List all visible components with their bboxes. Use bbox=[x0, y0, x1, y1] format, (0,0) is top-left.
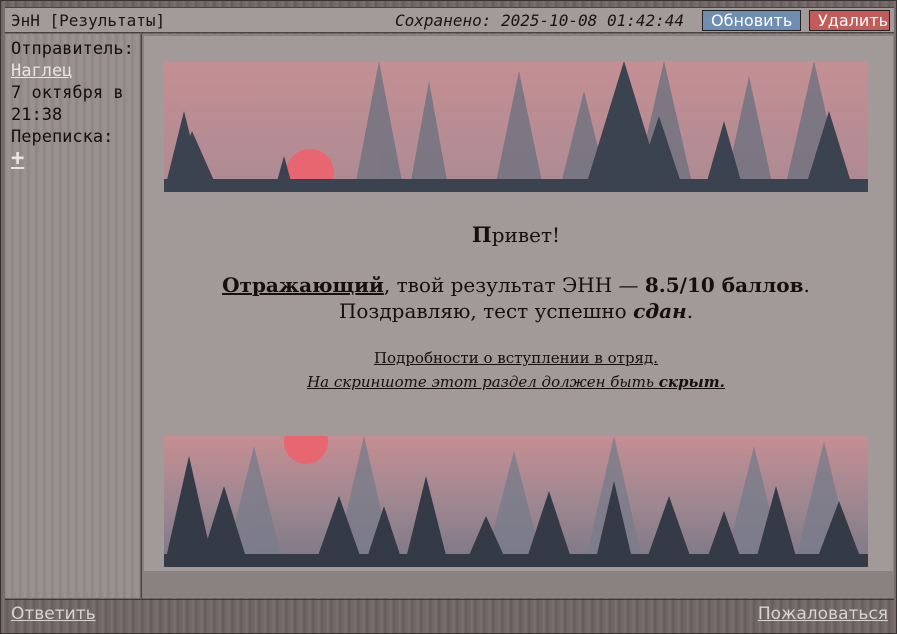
window-title: ЭнН [Результаты] bbox=[11, 11, 166, 30]
saved-timestamp: Сохранено: 2025-10-08 01:42:44 bbox=[395, 11, 684, 30]
title-bar: ЭнН [Результаты] Сохранено: 2025-10-08 0… bbox=[5, 7, 894, 33]
forest-sunset-banner-bottom bbox=[164, 436, 868, 567]
forest-sunset-banner-top bbox=[164, 61, 868, 192]
message-content: Привет! Отражающий, твой результат ЭНН —… bbox=[141, 34, 894, 598]
details-section: Подробности о вступлении в отряд. На скр… bbox=[164, 346, 868, 394]
delete-button[interactable]: Удалить bbox=[809, 10, 890, 31]
sender-sidebar: Отправитель: Наглец 7 октября в 21:38 Пе… bbox=[5, 34, 140, 598]
add-correspondence-button[interactable]: + bbox=[11, 148, 24, 170]
sender-label: Отправитель: bbox=[11, 39, 134, 59]
footer-bar: Ответить Пожаловаться bbox=[5, 599, 894, 629]
refresh-button[interactable]: Обновить bbox=[702, 10, 802, 31]
details-link[interactable]: Подробности о вступлении в отряд. bbox=[164, 346, 868, 370]
greeting: Привет! bbox=[471, 222, 561, 247]
sender-link[interactable]: Наглец bbox=[11, 61, 72, 81]
reply-link[interactable]: Ответить bbox=[11, 604, 96, 624]
report-link[interactable]: Пожаловаться bbox=[758, 604, 888, 624]
message-date: 7 октября в bbox=[11, 83, 124, 103]
score: 8.5/10 баллов bbox=[644, 273, 804, 297]
message-time: 21:38 bbox=[11, 105, 63, 125]
message-panel: Привет! Отражающий, твой результат ЭНН —… bbox=[144, 36, 893, 571]
recipient-name: Отражающий bbox=[222, 273, 384, 297]
result-text: Отражающий, твой результат ЭНН — 8.5/10 … bbox=[222, 273, 810, 323]
correspondence-label: Переписка: bbox=[11, 127, 114, 147]
passed-word: сдан bbox=[633, 299, 687, 323]
message-window: ЭнН [Результаты] Сохранено: 2025-10-08 0… bbox=[0, 0, 897, 634]
screenshot-note: На скриншоте этот раздел должен быть скр… bbox=[307, 373, 725, 391]
